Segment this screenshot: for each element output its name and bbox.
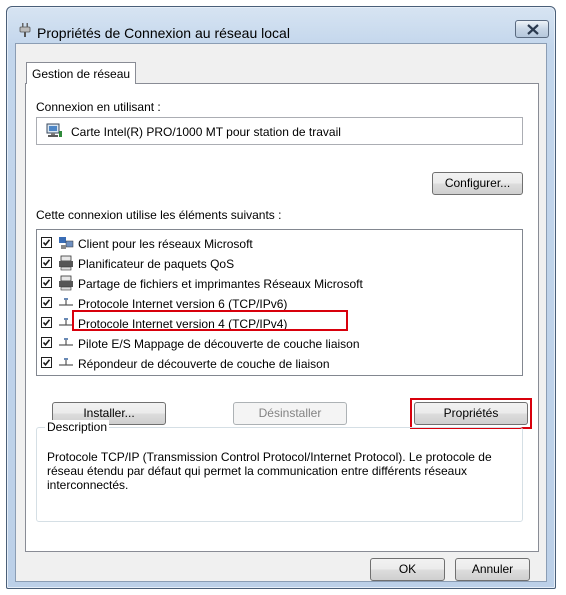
item-label: Pilote E/S Mappage de découverte de couc… <box>78 337 360 351</box>
protocol-icon <box>59 358 73 366</box>
checkbox[interactable] <box>41 357 52 368</box>
item-label: Client pour les réseaux Microsoft <box>78 237 253 251</box>
list-item[interactable]: Pilote E/S Mappage de découverte de couc… <box>41 334 511 354</box>
ipv4-highlight-box <box>72 310 348 331</box>
checkbox[interactable] <box>41 337 52 348</box>
checkbox[interactable] <box>41 297 52 308</box>
item-label: Partage de fichiers et imprimantes Résea… <box>78 277 363 291</box>
window-title: Propriétés de Connexion au réseau local <box>37 25 290 41</box>
checkmark-icon <box>42 359 51 367</box>
description-text: Protocole TCP/IP (Transmission Control P… <box>47 450 492 492</box>
checkbox[interactable] <box>41 277 52 288</box>
item-label: Planificateur de paquets QoS <box>78 257 235 271</box>
tab-gestion-reseau[interactable]: Gestion de réseau <box>26 62 137 84</box>
list-item[interactable]: Planificateur de paquets QoS <box>41 254 511 274</box>
protocol-icon <box>59 298 73 306</box>
properties-highlight-box <box>410 398 532 429</box>
checkmark-icon <box>42 339 51 347</box>
checkmark-icon <box>42 239 51 247</box>
list-item[interactable]: Client pour les réseaux Microsoft <box>41 234 511 254</box>
dialog-client-area: Gestion de réseau Connexion en utilisant… <box>15 43 547 582</box>
properties-dialog: Propriétés de Connexion au réseau local … <box>6 6 556 589</box>
cancel-button[interactable]: Annuler <box>455 558 530 581</box>
checkbox[interactable] <box>41 257 52 268</box>
network-client-icon <box>59 237 74 249</box>
description-title: Description <box>45 420 110 434</box>
network-plug-icon <box>19 23 31 37</box>
list-item[interactable]: Partage de fichiers et imprimantes Résea… <box>41 274 511 294</box>
uninstall-button[interactable]: Désinstaller <box>233 402 347 425</box>
checkbox[interactable] <box>41 317 52 328</box>
checkmark-icon <box>42 259 51 267</box>
checkmark-icon <box>42 319 51 327</box>
service-printer-icon <box>59 255 73 271</box>
close-icon <box>527 24 539 35</box>
service-printer-icon <box>59 275 73 291</box>
configure-button[interactable]: Configurer... <box>432 172 523 195</box>
adapter-name: Carte Intel(R) PRO/1000 MT pour station … <box>71 125 341 139</box>
adapter-field: Carte Intel(R) PRO/1000 MT pour station … <box>36 117 523 145</box>
network-adapter-icon <box>46 123 62 137</box>
checkmark-icon <box>42 299 51 307</box>
protocol-icon <box>59 338 73 346</box>
list-item[interactable]: Répondeur de découverte de couche de lia… <box>41 354 511 374</box>
title-bar[interactable]: Propriétés de Connexion au réseau local <box>7 7 555 43</box>
item-label: Protocole Internet version 6 (TCP/IPv6) <box>78 297 288 311</box>
connect-using-label: Connexion en utilisant : <box>36 100 161 114</box>
items-label: Cette connexion utilise les éléments sui… <box>36 208 282 222</box>
components-list[interactable]: Client pour les réseaux Microsoft Planif… <box>36 229 523 376</box>
item-label: Répondeur de découverte de couche de lia… <box>78 357 330 371</box>
close-button[interactable] <box>515 20 549 38</box>
checkmark-icon <box>42 279 51 287</box>
checkbox[interactable] <box>41 237 52 248</box>
ok-button[interactable]: OK <box>370 558 445 581</box>
description-group: Description Protocole TCP/IP (Transmissi… <box>36 420 523 522</box>
